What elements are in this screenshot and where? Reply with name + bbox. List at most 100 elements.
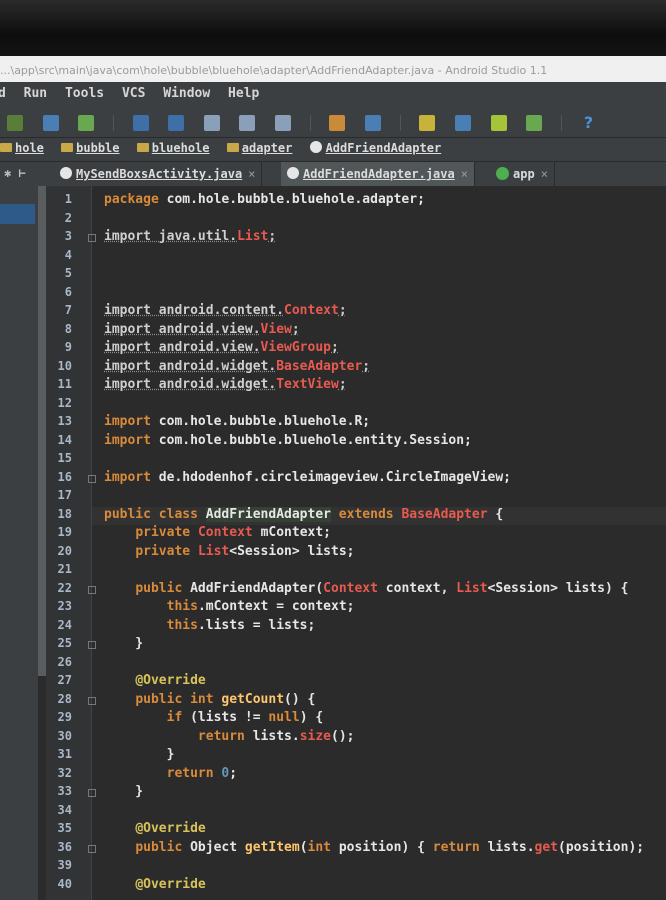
code-token: de.hdodenhof.circleimageview.CircleImage… [158,469,511,485]
avd-manager-icon[interactable] [454,114,471,131]
code-line[interactable]: @Override [104,673,205,691]
code-line[interactable]: return lists.size(); [104,728,355,747]
project-panel[interactable] [0,186,38,900]
code-line[interactable]: import android.widget.BaseAdapter; [104,359,370,377]
code-line[interactable]: private List<Session> lists; [104,544,354,562]
folder-icon [61,143,74,152]
android-icon[interactable] [526,114,543,131]
code-line[interactable]: import java.util.List; [104,229,276,247]
line-number: 8 [64,321,72,336]
tab-settings-icon[interactable]: ✱ ⊢ [0,162,50,186]
help-icon[interactable]: ? [581,114,597,131]
code-line[interactable]: public int getCount() { [104,692,315,710]
code-line[interactable]: public AddFriendAdapter(Context context,… [104,581,628,599]
code-token: .mContext = context; [197,599,355,614]
menu-item-build[interactable]: d [0,86,6,101]
folder-icon [136,143,149,152]
tab-addfriendadapter[interactable]: AddFriendAdapter.java × [281,162,475,186]
editor-tab-bar: ✱ ⊢ MySendBoxsActivity.java × AddFriendAd… [0,162,666,186]
code-token: () { [284,691,316,707]
close-icon[interactable]: × [461,167,468,181]
code-token: @Override [135,876,206,892]
code-line[interactable]: } [104,784,143,802]
project-panel-selected-row[interactable] [0,204,35,224]
code-line[interactable]: return 0; [104,766,237,784]
code-token: getCount [221,691,285,707]
menu-item-run[interactable]: Run [24,86,47,101]
code-line[interactable]: package com.hole.bubble.bluehole.adapter… [104,192,425,210]
code-line[interactable]: import com.hole.bubble.bluehole.R; [104,414,370,432]
run-config-icon[interactable] [42,114,59,131]
code-line[interactable]: @Override [104,821,205,839]
vcs-compare-icon[interactable] [239,114,256,131]
menu-item-help[interactable]: Help [228,86,259,101]
line-number: 22 [57,580,72,595]
menu-item-tools[interactable]: Tools [65,86,104,101]
close-icon[interactable]: × [541,167,548,181]
menu-item-window[interactable]: Window [163,86,210,101]
line-number: 20 [57,543,72,558]
code-line[interactable]: import android.view.View; [104,322,300,340]
code-token: import android.view. [104,340,261,355]
code-line[interactable]: import android.content.Context; [104,303,347,321]
project-panel-scrollbar[interactable] [38,186,46,676]
code-token: (); [331,728,355,744]
fold-marker-icon[interactable] [88,234,96,242]
vcs-update-icon[interactable] [132,114,149,131]
code-line[interactable]: private Context mContext; [104,525,331,543]
gradle-sync-icon[interactable] [419,114,436,131]
line-number: 29 [57,710,72,724]
make-project-icon[interactable] [7,114,23,131]
code-token: public [135,580,191,596]
vcs-commit-icon[interactable] [168,114,185,131]
project-structure-icon[interactable] [329,114,346,131]
breadcrumb-item-bubble[interactable]: bubble [61,141,120,155]
android-device-monitor-icon[interactable] [490,114,507,131]
code-token: BaseAdapter [276,358,363,374]
code-line[interactable]: import de.hdodenhof.circleimageview.Circ… [104,470,511,488]
breadcrumb-item-adapter[interactable]: adapter [226,141,292,155]
fold-marker-icon[interactable] [88,585,96,594]
revert-icon[interactable] [275,114,292,131]
fold-marker-icon[interactable] [88,844,96,853]
code-line[interactable]: public Object getItem(int position) { re… [104,840,644,858]
line-number: 4 [64,247,72,262]
tab-app[interactable]: app × [490,162,555,186]
fold-marker-icon[interactable] [88,789,96,797]
code-line[interactable]: import android.view.ViewGroup; [104,340,339,358]
fold-marker-icon[interactable] [88,641,96,649]
code-line[interactable]: public class AddFriendAdapter extends Ba… [104,506,504,525]
line-number: 14 [57,432,72,447]
line-number: 33 [57,784,72,798]
breadcrumb-item-addfriendadapter[interactable]: AddFriendAdapter [309,141,441,155]
fold-marker-icon[interactable] [88,696,96,705]
tab-mysendboxsactivity[interactable]: MySendBoxsActivity.java × [54,162,263,186]
code-token: mContext; [260,525,332,540]
menu-item-vcs[interactable]: VCS [122,86,145,101]
close-icon[interactable]: × [248,167,255,181]
code-token: { [487,506,504,522]
code-line[interactable]: import android.widget.TextView; [104,377,347,395]
run-icon[interactable] [78,114,95,131]
code-line[interactable]: import com.hole.bubble.bluehole.entity.S… [104,433,472,451]
code-line[interactable]: this.mContext = context; [104,599,355,617]
code-line[interactable]: } [104,636,143,654]
vcs-history-icon[interactable] [203,114,220,131]
code-line[interactable]: if (lists != null) { [104,710,324,728]
line-number: 15 [57,451,72,465]
line-number: 35 [57,821,72,835]
code-token: import android.view. [104,321,261,337]
breadcrumb-item-hole[interactable]: hole [0,141,44,155]
code-token: context, [377,580,457,596]
code-line[interactable]: } [104,747,175,765]
fold-marker-icon[interactable] [88,474,96,483]
code-token: getItem [244,839,300,855]
code-line[interactable]: this.lists = lists; [104,618,316,636]
sdk-manager-icon[interactable] [365,114,382,131]
code-line[interactable]: @Override [104,876,206,895]
code-token: int [307,839,339,855]
breadcrumb-item-bluehole[interactable]: bluehole [136,141,210,155]
